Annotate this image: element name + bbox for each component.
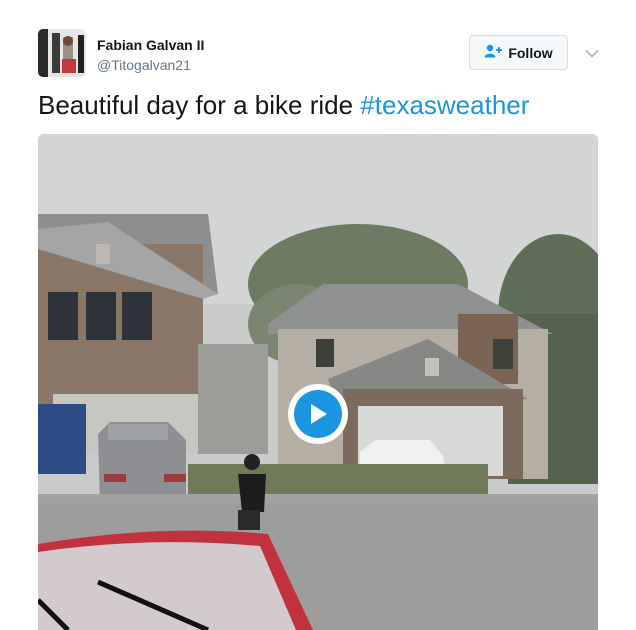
author-avatar[interactable] (38, 29, 86, 77)
play-button[interactable] (288, 384, 348, 444)
chevron-down-icon[interactable] (583, 44, 601, 62)
video-thumbnail (38, 134, 598, 630)
follow-button[interactable]: Follow (469, 35, 568, 70)
follow-person-plus-icon (484, 44, 503, 61)
hashtag-link[interactable]: #texasweather (360, 90, 529, 120)
video-player[interactable] (38, 134, 598, 630)
play-icon (294, 390, 342, 438)
tweet-body: Beautiful day for a bike ride (38, 90, 361, 120)
author-handle[interactable]: @Titogalvan21 (97, 57, 191, 73)
tweet-text: Beautiful day for a bike ride #texasweat… (38, 90, 529, 121)
author-name[interactable]: Fabian Galvan II (97, 37, 204, 53)
tweet-header: Fabian Galvan II @Titogalvan21 Follow (0, 0, 636, 88)
follow-button-label: Follow (508, 44, 553, 61)
